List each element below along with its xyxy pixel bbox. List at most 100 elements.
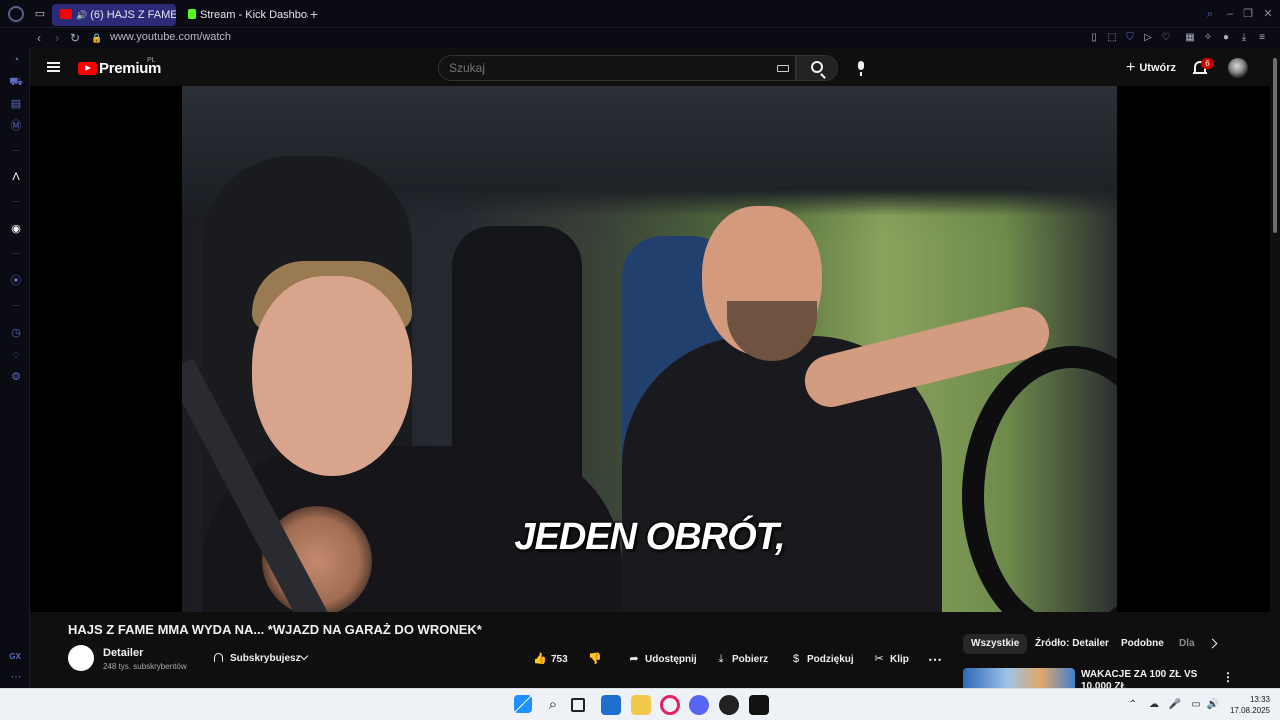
gx-cleaner-icon[interactable]: ⛟ [9, 75, 23, 89]
like-button[interactable]: 👍 753 [533, 649, 568, 669]
dislike-button[interactable]: 👎 [588, 649, 606, 669]
thumbs-up-icon: 👍 [533, 653, 547, 665]
chip-for-you[interactable]: Dla [1171, 634, 1195, 654]
clock-date[interactable]: 17.08.2025 [1226, 706, 1270, 715]
browser-tab-strip: ▭ 🔊(6) HAJS Z FAME MMA WYDA NA... *WJAZD… [0, 0, 1280, 28]
region-label: PL [147, 57, 156, 64]
reload-icon[interactable]: ↻ [67, 30, 83, 46]
create-label: Utwórz [1139, 62, 1177, 74]
history-icon[interactable]: ◷ [9, 326, 23, 340]
clip-button[interactable]: ✂ Klip [872, 649, 909, 669]
url-field[interactable]: www.youtube.com/watch [110, 31, 231, 43]
search-input[interactable] [449, 61, 749, 75]
create-button[interactable]: + Utwórz [1118, 56, 1184, 80]
discord-taskbar-icon[interactable] [689, 695, 709, 715]
more-actions-icon[interactable]: ⋯ [928, 649, 943, 669]
hamburger-menu-icon[interactable] [47, 62, 60, 72]
extension-grid-icon[interactable]: ▦ [1183, 31, 1197, 45]
epic-games-icon[interactable] [749, 695, 769, 715]
discord-icon[interactable]: ◉ [9, 222, 23, 236]
tab-label: Stream - Kick Dashboard [200, 9, 308, 21]
tray-overflow-chevron-icon[interactable]: ⌃ [1126, 698, 1140, 712]
windows-start-icon[interactable] [514, 695, 532, 713]
snapshot-icon[interactable]: ⬚ [1105, 31, 1119, 45]
chips-next-arrow-icon[interactable] [1207, 638, 1218, 649]
notification-count-badge: 6 [1201, 58, 1214, 69]
recommended-video-title[interactable]: WAKACJE ZA 100 ZŁ VS 10.000 ZŁ [1081, 669, 1221, 688]
steam-taskbar-icon[interactable] [719, 695, 739, 715]
download-arrow-icon: ⤓ [718, 653, 724, 665]
microsoft-store-icon[interactable] [601, 695, 621, 715]
chat-icon[interactable]: ◌ [9, 348, 23, 362]
channel-name[interactable]: Detailer [103, 647, 143, 659]
account-avatar[interactable] [1228, 58, 1248, 78]
close-icon[interactable]: ✕ [1262, 8, 1274, 20]
back-icon[interactable]: ‹ [31, 30, 47, 46]
chevron-down-icon [299, 651, 309, 661]
bookmark-page-icon[interactable]: ▯ [1087, 31, 1101, 45]
video-player[interactable]: JEDEN OBRÓT, [30, 86, 1270, 612]
opera-gx-taskbar-icon[interactable] [660, 695, 680, 715]
subscribed-button[interactable]: Subskrybujesz [212, 649, 309, 669]
youtube-favicon-icon [60, 9, 72, 19]
taskbar-search-icon[interactable]: ⌕ [543, 695, 563, 715]
minimize-icon[interactable]: – [1224, 8, 1236, 20]
search-button[interactable] [796, 55, 838, 81]
file-explorer-icon[interactable] [631, 695, 651, 715]
profile-icon[interactable]: ● [1219, 31, 1233, 45]
subscribed-label: Subskrybujesz [230, 653, 301, 664]
speaker-icon: 🔊 [76, 10, 88, 20]
video-frame[interactable]: JEDEN OBRÓT, [182, 86, 1117, 612]
sidebar-divider [12, 305, 20, 306]
clock-time[interactable]: 13:33 [1242, 695, 1270, 704]
page-scrollbar[interactable] [1270, 48, 1280, 688]
restore-icon[interactable]: ❐ [1242, 8, 1254, 20]
recommended-video-thumbnail[interactable] [963, 668, 1075, 688]
recommended-menu-icon[interactable]: ⋮ [1222, 670, 1234, 684]
video-title: HAJS Z FAME MMA WYDA NA... *WJAZD NA GAR… [68, 622, 482, 637]
app-a-icon[interactable]: Λ [9, 170, 23, 184]
browser-sidebar: ◔ ⛟ ▤ Ⓜ Λ ◉ ⦿ ◷ ◌ ⚙ GX ⋯ [0, 48, 30, 688]
lock-icon: 🔒 [91, 33, 103, 43]
chip-related[interactable]: Podobne [1113, 634, 1172, 654]
messenger-icon[interactable]: Ⓜ [9, 119, 23, 133]
youtube-logo-icon[interactable] [78, 62, 97, 75]
settings-icon[interactable]: ⚙ [9, 370, 23, 384]
new-tab-plus-icon[interactable]: + [306, 6, 322, 22]
thanks-button[interactable]: $ Podziękuj [789, 649, 854, 669]
download-button[interactable]: ⤓ Pobierz [714, 649, 769, 669]
player-sidebar-icon[interactable]: ⦿ [9, 274, 23, 288]
sidebar-divider [12, 253, 20, 254]
extensions-icon[interactable]: ✧ [1201, 31, 1215, 45]
onedrive-icon[interactable]: ☁ [1147, 698, 1161, 712]
heart-icon[interactable]: ♡ [1159, 31, 1173, 45]
chip-source[interactable]: Źródło: Detailer [1027, 634, 1117, 654]
share-button[interactable]: ➦ Udostępnij [627, 649, 697, 669]
opera-gx-logo-icon[interactable] [8, 6, 24, 22]
keyboard-icon[interactable] [777, 65, 789, 72]
tab-youtube-video[interactable]: 🔊(6) HAJS Z FAME MMA WYDA NA... *WJAZD N… [52, 4, 176, 26]
volume-icon[interactable]: 🔊 [1206, 698, 1220, 712]
microphone-tray-icon[interactable]: 🎤 [1168, 698, 1182, 712]
tab-kick-dashboard[interactable]: Stream - Kick Dashboard [180, 4, 308, 26]
share-label: Udostępnij [645, 654, 697, 665]
sidebar-more-icon[interactable]: ⋯ [9, 670, 23, 684]
voice-search-mic-icon[interactable] [858, 61, 864, 76]
forward-icon[interactable]: › [49, 30, 65, 46]
channel-avatar[interactable] [68, 645, 94, 671]
download-icon[interactable]: ⤓ [1237, 31, 1251, 45]
gx-corner-icon[interactable]: ▤ [9, 97, 23, 111]
tab-islands-icon[interactable]: ▭ [32, 6, 48, 22]
network-icon[interactable]: ▭ [1189, 698, 1203, 712]
vpn-shield-icon[interactable]: ⛉ [1123, 31, 1137, 45]
task-view-icon[interactable] [571, 698, 585, 712]
chip-all[interactable]: Wszystkie [963, 634, 1028, 654]
passenger-face [252, 276, 412, 476]
player-icon[interactable]: ▷ [1141, 31, 1155, 45]
gx-control-icon[interactable]: ◔ [9, 53, 23, 67]
search-tabs-icon[interactable]: ⌕ [1204, 8, 1216, 20]
scrollbar-thumb[interactable] [1273, 58, 1277, 233]
search-box [438, 55, 796, 81]
like-count: 753 [551, 654, 568, 665]
easy-setup-icon[interactable]: ≡ [1255, 31, 1269, 45]
